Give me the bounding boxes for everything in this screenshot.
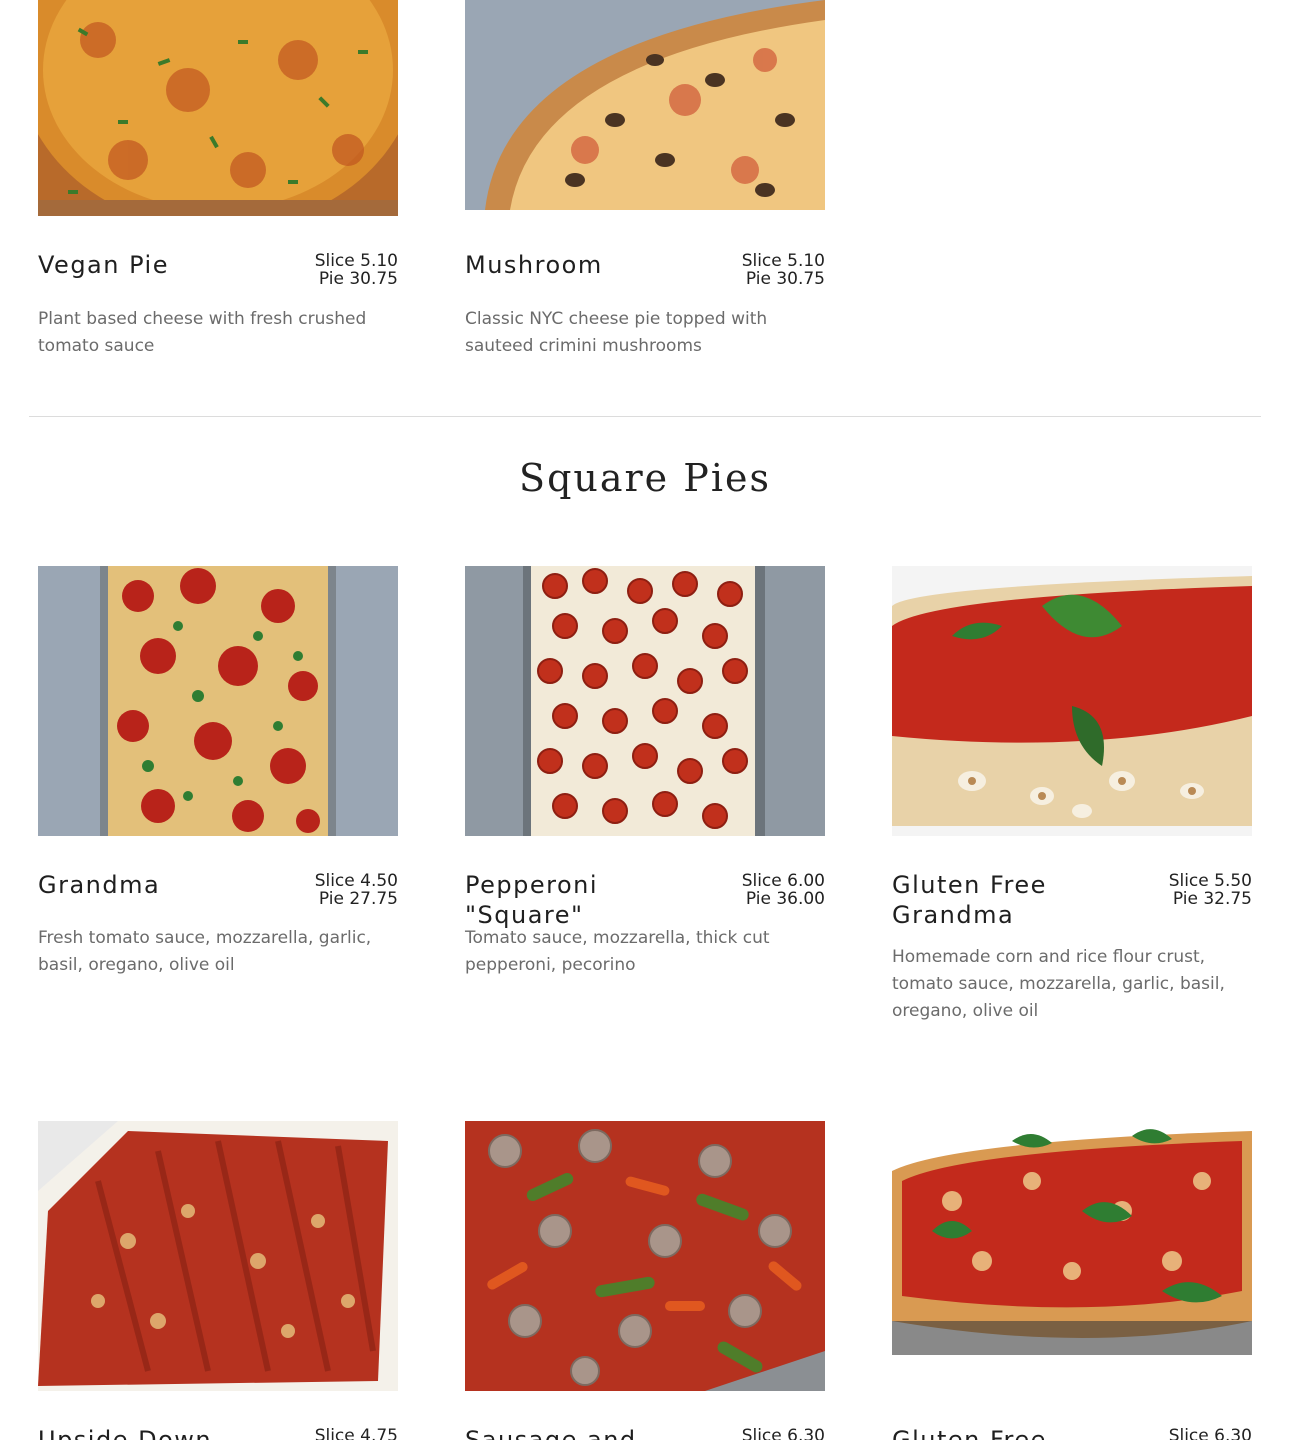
grandma-square-image (38, 566, 398, 836)
item-prices: Slice 5.10 Pie 30.75 (742, 250, 825, 288)
slice-price: Slice 5.50 (1168, 871, 1252, 891)
upside-down-image (38, 1121, 398, 1391)
item-name: Gluten Free Vegan (892, 1426, 1047, 1440)
item-prices: Slice 6.30 (1169, 1425, 1252, 1440)
item-name: Pepperoni "Square" (465, 871, 599, 929)
item-description: Plant based cheese with fresh crushed to… (38, 309, 367, 356)
item-description: Classic NYC cheese pie topped with saute… (465, 309, 768, 356)
slice-price: Slice 6.30 (1168, 1426, 1252, 1440)
slice-price: Slice 4.50 (314, 871, 398, 891)
gluten-free-grandma-image (892, 566, 1252, 836)
item-description: Homemade corn and rice flour crust, toma… (892, 947, 1225, 1021)
item-name: Sausage and Pepper (465, 1426, 637, 1440)
item-description: Fresh tomato sauce, mozzarella, garlic, … (38, 928, 372, 975)
section-divider (29, 416, 1261, 417)
slice-price: Slice 4.75 (314, 1426, 398, 1440)
item-prices: Slice 6.30 (742, 1425, 825, 1440)
item-name: Vegan Pie (38, 251, 169, 279)
pie-price: Pie 30.75 (745, 269, 825, 289)
item-name: Grandma (38, 871, 161, 899)
slice-price: Slice 5.10 (314, 251, 398, 271)
round-cheese-pizza-image (38, 0, 398, 216)
pie-price: Pie 30.75 (318, 269, 398, 289)
slice-price: Slice 6.30 (741, 1426, 825, 1440)
item-prices: Slice 5.10 Pie 30.75 (315, 250, 398, 288)
mushroom-pizza-image (465, 0, 825, 210)
item-name: Gluten Free Grandma (892, 871, 1047, 929)
item-name: Upside Down (38, 1426, 213, 1440)
section-title: Square Pies (519, 456, 771, 500)
sausage-pepper-image (465, 1121, 825, 1391)
gluten-free-vegan-image (892, 1121, 1252, 1355)
item-prices: Slice 5.50 Pie 32.75 (1169, 870, 1252, 908)
item-description: Tomato sauce, mozzarella, thick cut pepp… (465, 928, 770, 975)
pepperoni-square-image (465, 566, 825, 836)
item-prices: Slice 4.75 (315, 1425, 398, 1440)
pie-price: Pie 32.75 (1172, 889, 1252, 909)
pie-price: Pie 27.75 (318, 889, 398, 909)
pie-price: Pie 36.00 (745, 889, 825, 909)
item-prices: Slice 4.50 Pie 27.75 (315, 870, 398, 908)
slice-price: Slice 5.10 (741, 251, 825, 271)
item-name: Mushroom (465, 251, 603, 279)
slice-price: Slice 6.00 (741, 871, 825, 891)
item-prices: Slice 6.00 Pie 36.00 (742, 870, 825, 908)
